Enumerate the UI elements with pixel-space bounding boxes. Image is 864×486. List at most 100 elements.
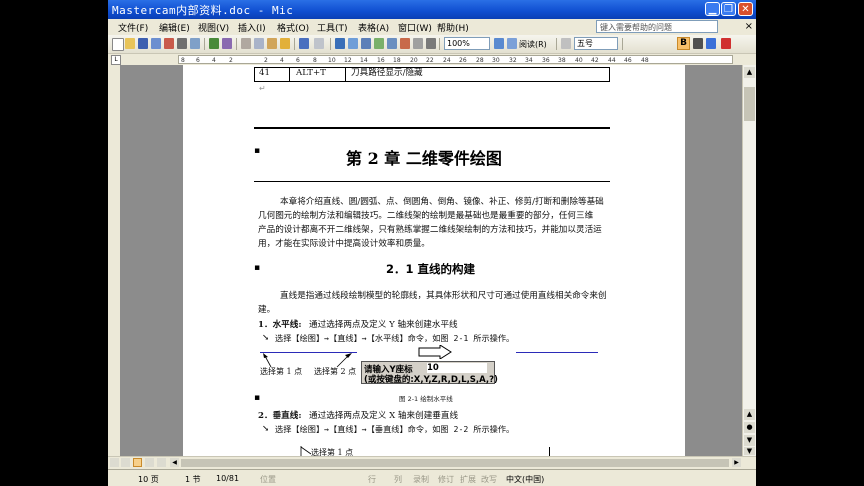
select-browse-down-icon[interactable]: ▼ [744,435,755,446]
format-painter-icon[interactable] [280,38,290,49]
status-at: 位置 [260,475,276,484]
ruler-number: 2 [229,57,233,64]
scroll-down-icon[interactable]: ▼ [744,447,755,455]
status-position: 10/81 [216,474,240,483]
font-size-select[interactable]: 五号 [574,37,618,50]
menu-edit[interactable]: 编辑(E) [159,21,190,34]
cut-icon[interactable] [241,38,251,49]
help-search-input[interactable]: 键入需要帮助的问题 [596,20,718,33]
select-browse-object-icon[interactable]: ● [744,422,755,433]
zoom-select[interactable]: 100% [444,37,490,50]
ruler-number: 22 [426,57,434,64]
status-record[interactable]: 录制 [413,474,429,485]
web-view-icon[interactable] [121,458,130,467]
status-column: 列 [394,475,402,484]
reading-view-icon[interactable] [157,458,166,467]
restore-button[interactable]: ❐ [721,2,736,16]
scroll-up-icon[interactable]: ▲ [744,67,755,78]
status-extend[interactable]: 扩展 [460,474,476,485]
normal-view-icon[interactable] [110,458,119,467]
ruler-number: 34 [525,57,533,64]
figure1-line-right [516,352,598,353]
copy-icon[interactable] [254,38,264,49]
show-hide-icon[interactable] [426,38,436,49]
menu-tools[interactable]: 工具(T) [317,21,348,34]
tab-selector-icon[interactable]: L [111,55,121,65]
horizontal-ruler[interactable]: L 8 6 4 2 2 4 6 8 10 12 14 16 18 20 22 2… [108,54,756,65]
save-icon[interactable] [138,38,148,49]
ruler-number: 14 [360,57,368,64]
ruler-number: 8 [313,57,317,64]
tables-borders-icon[interactable] [348,38,358,49]
intro-line-2: 几何图元的绘制方法和编辑技巧。二维线架的绘制是最基础也是最重要的部分，任何三维 [258,211,594,221]
help-icon[interactable] [494,38,504,49]
table-cell-number: 41 [259,68,270,78]
open-folder-icon[interactable] [125,38,135,49]
document-close-icon[interactable]: × [745,21,753,32]
font-color-icon[interactable] [721,38,731,49]
paste-icon[interactable] [267,38,277,49]
ruler-number: 20 [410,57,418,64]
document-area[interactable]: 41 ALT+T 刀具路径显示/隐藏 ↵ ▪ 第 2 章 二维零件绘图 本章将介… [120,65,742,456]
minimize-button[interactable]: ▁ [705,2,720,16]
status-language: 中文(中国) [506,475,545,484]
bold-button[interactable]: B [677,37,690,50]
drawing-icon[interactable] [400,38,410,49]
menu-table[interactable]: 表格(A) [358,21,389,34]
figure2-label-point1: 选择第 1 点 [311,448,354,456]
menu-view[interactable]: 视图(V) [198,21,229,34]
menu-file[interactable]: 文件(F) [118,21,148,34]
undo-icon[interactable] [299,38,309,49]
spelling-icon[interactable] [209,38,219,49]
paragraph-mark: ↵ [259,84,266,93]
permission-icon[interactable] [151,38,161,49]
section-intro-line-2: 建。 [258,305,276,315]
status-track-changes[interactable]: 修订 [438,474,454,485]
outline-view-icon[interactable] [145,458,154,467]
columns-icon[interactable] [387,38,397,49]
ruler-number: 18 [393,57,401,64]
title-bar[interactable]: Mastercam内部资料.doc - Mic ▁ ❐ ✕ [108,0,756,19]
vertical-scrollbar[interactable]: ▲ ▲ ● ▼ ▼ [742,65,756,456]
menu-format[interactable]: 格式(O) [277,21,309,34]
scroll-left-icon[interactable]: ◀ [170,458,179,467]
close-window-button[interactable]: ✕ [738,2,753,16]
coordinate-prompt-box: 请输入Y座标 10 (或按键盘的:X,Y,Z,R,D,L,S,A,?) [361,361,498,385]
document-map-icon[interactable] [413,38,423,49]
prompt-value: 10 [427,363,487,373]
hyperlink-icon[interactable] [335,38,345,49]
figure1-label-point2: 选择第 2 点 [314,367,357,376]
insert-excel-icon[interactable] [374,38,384,49]
redo-icon[interactable] [314,38,324,49]
menu-window[interactable]: 窗口(W) [398,21,432,34]
menu-bar: 文件(F) 编辑(E) 视图(V) 插入(I) 格式(O) 工具(T) 表格(A… [108,19,756,35]
item1-step: 选择【绘图】→【直线】→【水平线】命令，如图 2-1 所示操作。 [275,333,515,343]
new-document-icon[interactable] [112,38,124,51]
toolbar-separator [294,38,295,50]
document-page[interactable]: 41 ALT+T 刀具路径显示/隐藏 ↵ ▪ 第 2 章 二维零件绘图 本章将介… [183,65,685,456]
insert-table-icon[interactable] [361,38,371,49]
select-browse-up-icon[interactable]: ▲ [744,409,755,420]
table-cell-keys: ALT+T [296,68,326,78]
ruler-number: 6 [196,57,200,64]
highlight-icon[interactable] [706,38,716,49]
horizontal-scrollbar[interactable]: ◀ ▶ [108,456,756,470]
print-icon[interactable] [177,38,187,49]
print-layout-view-icon[interactable] [133,458,142,467]
toolbar-separator [439,38,440,50]
scroll-thumb[interactable] [744,87,755,121]
read-mode-label[interactable]: 阅读(R) [519,39,547,50]
align-center-icon[interactable] [693,38,703,49]
status-overtype[interactable]: 改写 [481,474,497,485]
mail-icon[interactable] [164,38,174,49]
research-icon[interactable] [222,38,232,49]
chapter-top-rule [254,127,610,129]
print-preview-icon[interactable] [190,38,200,49]
standard-toolbar: 100% 阅读(R) 五号 B [108,35,756,54]
menu-help[interactable]: 帮助(H) [437,21,469,34]
font-color-swatch-icon[interactable] [561,38,571,49]
read-mode-icon[interactable] [507,38,517,49]
horizontal-scroll-thumb[interactable] [181,459,729,467]
menu-insert[interactable]: 插入(I) [238,21,266,34]
scroll-right-icon[interactable]: ▶ [732,458,741,467]
